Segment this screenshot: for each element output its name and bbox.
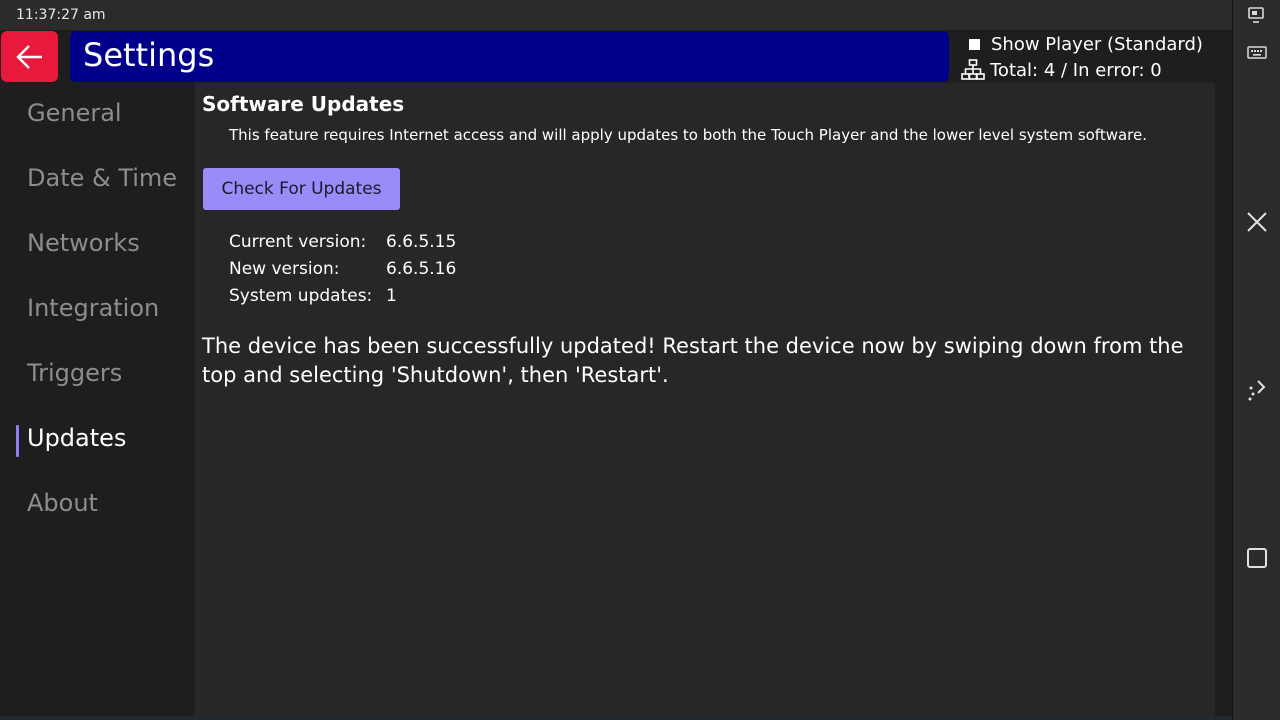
sidebar-item-label: Updates [27,424,127,452]
totals-indicator: Total: 4 / In error: 0 [961,59,1162,81]
sidebar-item-date-time[interactable]: Date & Time [0,156,195,206]
check-for-updates-button[interactable]: Check For Updates [203,168,400,210]
sidebar-item-label: Integration [27,294,160,322]
rotate-icon[interactable] [1245,377,1269,401]
nav-rail [1232,0,1280,720]
info-label: New version: [229,259,340,279]
back-button[interactable] [1,31,58,82]
info-label: System updates: [229,286,373,306]
header-status-panel: Show Player (Standard) Total: 4 / In err… [950,30,1230,82]
sidebar-item-updates[interactable]: Updates [0,416,195,466]
sidebar-item-general[interactable]: General [0,91,195,141]
status-time: 11:37:27 am [16,7,106,23]
title-bar: Settings [70,31,949,82]
show-player-toggle[interactable]: Show Player (Standard) [968,33,1203,55]
main-panel: Software Updates This feature requires I… [195,83,1215,720]
sidebar-item-label: About [27,489,98,517]
info-value: 1 [386,286,397,306]
network-icon [961,59,985,80]
sidebar-item-label: Networks [27,229,140,257]
close-icon[interactable] [1245,210,1269,234]
show-player-label: Show Player (Standard) [991,33,1203,55]
sidebar-item-networks[interactable]: Networks [0,221,195,271]
scroll-area[interactable] [1215,83,1232,720]
info-label: Current version: [229,232,367,252]
sidebar-item-label: General [27,99,122,127]
status-bar: 11:37:27 am [0,0,1232,30]
show-player-checkbox[interactable] [969,38,980,50]
sidebar-item-label: Triggers [27,359,123,387]
active-indicator [16,425,19,457]
section-title: Software Updates [202,92,405,116]
page-title: Settings [83,36,215,74]
sidebar-item-about[interactable]: About [0,481,195,531]
totals-label: Total: 4 / In error: 0 [990,59,1162,81]
sidebar-item-integration[interactable]: Integration [0,286,195,336]
info-value: 6.6.5.16 [386,259,457,279]
keyboard-icon[interactable] [1245,42,1269,66]
info-value: 6.6.5.15 [386,232,457,252]
sidebar: General Date & Time Networks Integration… [0,83,195,720]
arrow-left-icon [16,45,42,69]
sidebar-item-triggers[interactable]: Triggers [0,351,195,401]
update-result-message: The device has been successfully updated… [202,334,1184,387]
section-description: This feature requires Internet access an… [229,126,1148,144]
square-icon[interactable] [1245,546,1269,570]
bottom-divider [0,716,1232,720]
sidebar-item-label: Date & Time [27,164,178,192]
screen-cast-icon[interactable] [1245,4,1269,28]
